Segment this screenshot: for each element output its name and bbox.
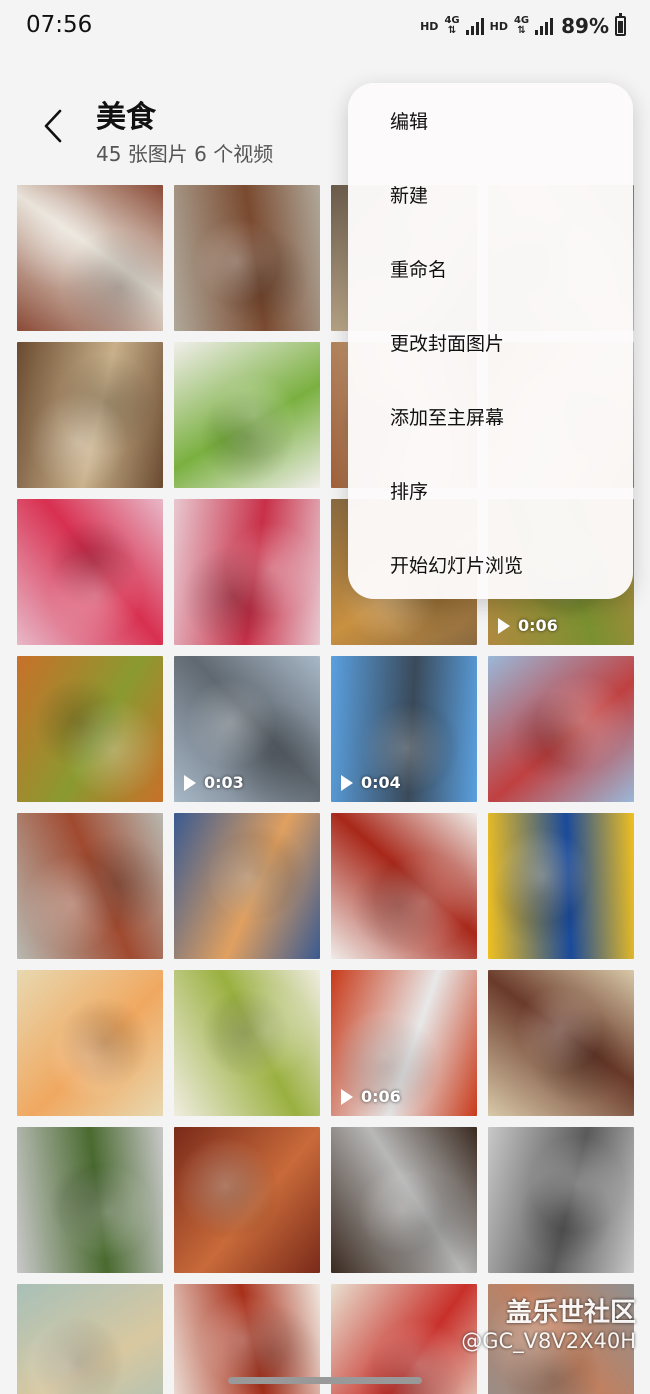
status-icons: HD 4G ⇅ HD 4G ⇅ 89% xyxy=(420,13,626,38)
battery-percent: 89% xyxy=(561,14,609,38)
play-icon xyxy=(498,617,510,634)
chevron-left-icon xyxy=(44,109,62,143)
thumbnail[interactable]: 0:04 xyxy=(331,656,477,802)
signal-icon-2 xyxy=(535,17,554,35)
video-duration: 0:06 xyxy=(361,1087,401,1106)
thumbnail[interactable] xyxy=(17,499,163,645)
thumbnail[interactable] xyxy=(17,970,163,1116)
thumbnail[interactable] xyxy=(488,970,634,1116)
thumbnail[interactable] xyxy=(17,813,163,959)
thumbnail-image xyxy=(17,813,163,959)
thumbnail[interactable]: 0:03 xyxy=(174,656,320,802)
thumbnail[interactable] xyxy=(174,970,320,1116)
home-indicator[interactable] xyxy=(228,1377,422,1384)
menu-item-new[interactable]: 新建 xyxy=(348,157,633,231)
thumbnail-image xyxy=(331,1127,477,1273)
video-duration-badge: 0:06 xyxy=(341,1087,401,1106)
overflow-menu: 编辑 新建 重命名 更改封面图片 添加至主屏幕 排序 开始幻灯片浏览 xyxy=(348,83,633,599)
hd-indicator-1: HD xyxy=(420,19,439,33)
watermark: 盖乐世社区 @GC_V8V2X40H xyxy=(461,1292,636,1353)
play-icon xyxy=(341,774,353,791)
video-duration: 0:04 xyxy=(361,773,401,792)
thumbnail-image xyxy=(331,813,477,959)
menu-item-change-cover[interactable]: 更改封面图片 xyxy=(348,305,633,379)
menu-item-rename[interactable]: 重命名 xyxy=(348,231,633,305)
thumbnail-image xyxy=(488,1127,634,1273)
thumbnail-image xyxy=(17,970,163,1116)
thumbnail-image xyxy=(174,342,320,488)
thumbnail-image xyxy=(174,813,320,959)
thumbnail[interactable] xyxy=(17,185,163,331)
album-title: 美食 xyxy=(96,100,156,135)
thumbnail[interactable] xyxy=(174,185,320,331)
network-type-icon-2: 4G ⇅ xyxy=(513,15,530,36)
album-count: 45 张图片 6 个视频 xyxy=(96,142,274,166)
menu-item-edit[interactable]: 编辑 xyxy=(348,83,633,157)
thumbnail-image xyxy=(488,970,634,1116)
thumbnail-image xyxy=(17,499,163,645)
thumbnail-image xyxy=(174,970,320,1116)
thumbnail[interactable] xyxy=(174,342,320,488)
thumbnail-image xyxy=(488,813,634,959)
thumbnail[interactable] xyxy=(174,499,320,645)
video-duration-badge: 0:04 xyxy=(341,773,401,792)
thumbnail-image xyxy=(17,342,163,488)
thumbnail[interactable] xyxy=(331,1127,477,1273)
menu-item-slideshow[interactable]: 开始幻灯片浏览 xyxy=(348,527,633,601)
hd-indicator-2: HD xyxy=(489,19,508,33)
thumbnail-image xyxy=(17,1127,163,1273)
thumbnail-image xyxy=(174,185,320,331)
signal-icon-1 xyxy=(465,17,484,35)
thumbnail[interactable] xyxy=(331,813,477,959)
thumbnail[interactable] xyxy=(17,1284,163,1394)
play-icon xyxy=(341,1088,353,1105)
thumbnail-image xyxy=(174,499,320,645)
thumbnail[interactable] xyxy=(174,813,320,959)
play-icon xyxy=(184,774,196,791)
menu-item-sort[interactable]: 排序 xyxy=(348,453,633,527)
thumbnail[interactable] xyxy=(488,813,634,959)
battery-icon xyxy=(615,13,626,36)
thumbnail-image xyxy=(17,185,163,331)
network-type-icon-1: 4G ⇅ xyxy=(444,15,460,36)
thumbnail-image xyxy=(174,1127,320,1273)
thumbnail[interactable] xyxy=(488,1127,634,1273)
thumbnail[interactable] xyxy=(17,342,163,488)
video-duration-badge: 0:06 xyxy=(498,616,558,635)
thumbnail[interactable] xyxy=(174,1127,320,1273)
thumbnail-image xyxy=(488,656,634,802)
status-bar: 07:56 HD 4G ⇅ HD 4G ⇅ 89% xyxy=(0,0,650,54)
video-duration: 0:06 xyxy=(518,616,558,635)
video-duration-badge: 0:03 xyxy=(184,773,244,792)
menu-item-add-to-home[interactable]: 添加至主屏幕 xyxy=(348,379,633,453)
thumbnail[interactable] xyxy=(17,1127,163,1273)
thumbnail-image xyxy=(17,1284,163,1394)
thumbnail[interactable]: 0:06 xyxy=(331,970,477,1116)
back-button[interactable] xyxy=(40,108,68,144)
watermark-user: @GC_V8V2X40H xyxy=(461,1329,636,1353)
thumbnail[interactable] xyxy=(17,656,163,802)
thumbnail[interactable] xyxy=(488,656,634,802)
video-duration: 0:03 xyxy=(204,773,244,792)
watermark-brand: 盖乐世社区 xyxy=(505,1298,636,1328)
status-time: 07:56 xyxy=(26,12,93,38)
thumbnail-image xyxy=(17,656,163,802)
